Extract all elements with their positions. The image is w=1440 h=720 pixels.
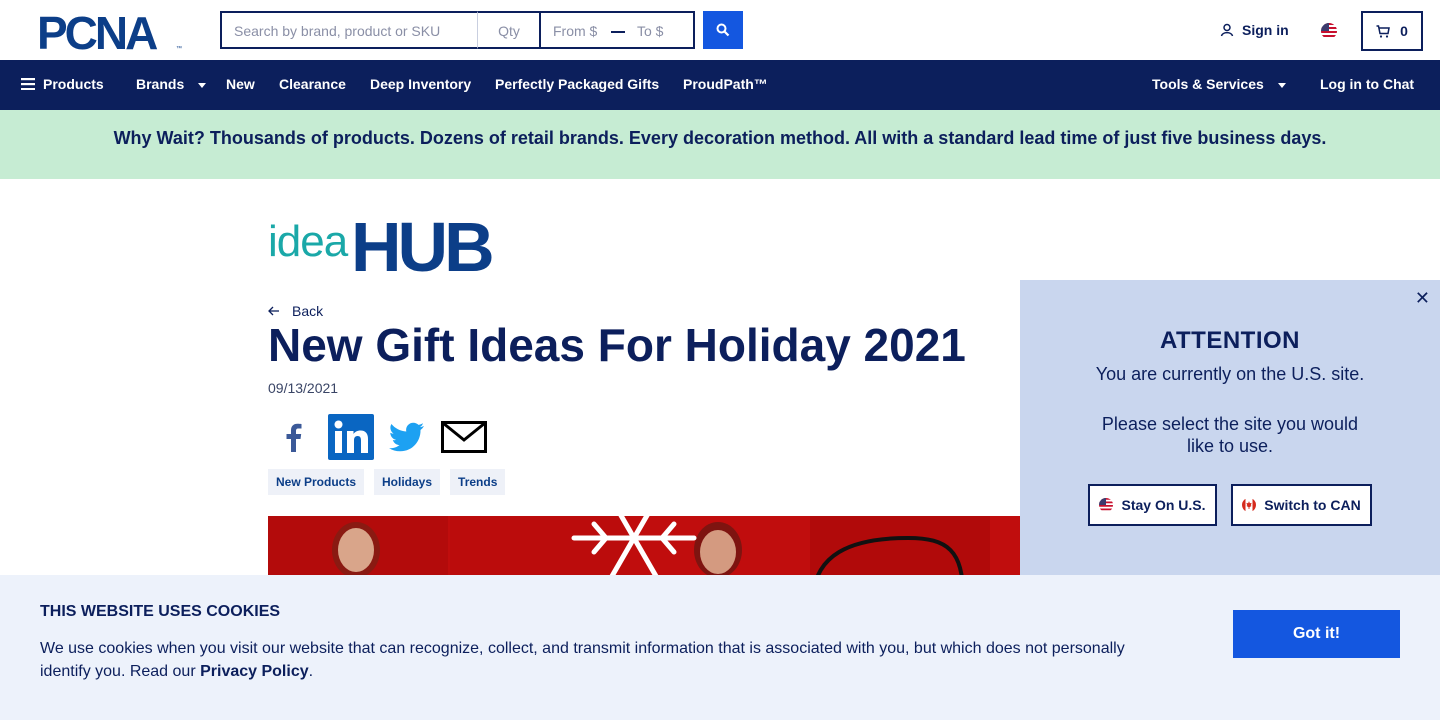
canada-flag-icon (1242, 498, 1257, 512)
ideahub-logo[interactable]: idea HUB (268, 208, 520, 286)
search-input[interactable]: Search by brand, product or SKU (220, 11, 478, 49)
cookie-heading: THIS WEBSITE USES COOKIES (40, 603, 281, 620)
twitter-share[interactable] (386, 414, 428, 460)
attention-heading: ATTENTION (1159, 327, 1301, 354)
nav-proudpath[interactable]: ProudPath™ (683, 76, 768, 92)
quantity-input[interactable]: Qty (478, 11, 540, 49)
search-placeholder: Search by brand, product or SKU (234, 23, 441, 39)
linkedin-icon (328, 414, 374, 460)
email-share[interactable] (440, 414, 488, 460)
attention-instructions: Please select the site you would like to… (1101, 414, 1359, 456)
nav-tools-services[interactable]: Tools & Services (1152, 76, 1286, 92)
switch-can-button[interactable]: Switch to CAN (1231, 484, 1372, 526)
svg-text:idea: idea (268, 217, 349, 266)
promo-banner: Why Wait? Thousands of products. Dozens … (0, 110, 1440, 179)
cart-button[interactable]: 0 (1361, 11, 1423, 51)
search-icon (716, 23, 730, 37)
nav-proudpath-label: ProudPath™ (683, 76, 768, 92)
cart-count: 0 (1400, 23, 1408, 39)
nav-packaged-gifts-label: Perfectly Packaged Gifts (495, 76, 660, 92)
attention-current-site: You are currently on the U.S. site. (1095, 364, 1365, 384)
nav-new[interactable]: New (226, 76, 255, 92)
nav-deep-inventory[interactable]: Deep Inventory (370, 76, 471, 92)
main-nav: Products Brands New Clearance Deep Inven… (0, 60, 1440, 110)
svg-text:PCNA: PCNA (37, 12, 157, 52)
chat-login-link[interactable]: Log in to Chat (1320, 76, 1414, 92)
tag-holidays[interactable]: Holidays (374, 469, 441, 495)
facebook-icon (286, 423, 302, 452)
pcna-logo[interactable]: PCNA ™ (37, 7, 184, 59)
svg-text:™: ™ (176, 45, 182, 52)
cookie-banner: THIS WEBSITE USES COOKIES We use cookies… (0, 575, 1440, 720)
sign-in-label: Sign in (1242, 22, 1289, 38)
nav-packaged-gifts[interactable]: Perfectly Packaged Gifts (495, 76, 659, 92)
menu-icon (21, 78, 35, 90)
article-date: 09/13/2021 (268, 380, 339, 396)
price-range-input[interactable]: From $ To $ (539, 11, 695, 49)
caret-down-icon (198, 82, 207, 88)
stay-us-button[interactable]: Stay On U.S. (1088, 484, 1217, 526)
qty-placeholder: Qty (498, 23, 520, 39)
price-to-placeholder: To $ (637, 23, 664, 39)
close-icon[interactable]: ✕ (1415, 288, 1430, 309)
search-button[interactable] (703, 11, 743, 49)
sign-in-link[interactable]: Sign in (1220, 22, 1289, 38)
nav-products[interactable]: Products (21, 76, 104, 92)
chat-login-label: Log in to Chat (1320, 76, 1415, 92)
nav-new-label: New (226, 76, 255, 92)
arrow-left-icon (268, 306, 279, 316)
nav-clearance[interactable]: Clearance (279, 76, 346, 92)
promo-text: Why Wait? Thousands of products. Dozens … (113, 128, 1327, 148)
twitter-icon (389, 422, 424, 452)
cookie-text: We use cookies when you visit our websit… (40, 637, 1160, 683)
cookie-body-end: . (308, 663, 314, 680)
site-select-popup: ✕ ATTENTION You are currently on the U.S… (1020, 280, 1440, 580)
range-dash (611, 31, 625, 33)
caret-down-icon (1277, 82, 1286, 88)
linkedin-share[interactable] (328, 414, 374, 460)
tag-trends[interactable]: Trends (450, 469, 506, 495)
privacy-policy-link[interactable]: Privacy Policy (200, 663, 309, 680)
tag-new-products[interactable]: New Products (268, 469, 365, 495)
accept-cookies-button[interactable]: Got it! (1233, 610, 1400, 658)
email-icon (441, 421, 487, 453)
article-title: New Gift Ideas For Holiday 2021 (268, 319, 966, 371)
us-flag-icon[interactable] (1321, 23, 1337, 39)
stay-us-label: Stay On U.S. (1121, 497, 1206, 513)
nav-tools-label: Tools & Services (1152, 76, 1264, 92)
us-flag-icon (1099, 498, 1114, 512)
site-header: PCNA ™ Search by brand, product or SKU Q… (0, 0, 1440, 60)
facebook-share[interactable] (270, 414, 316, 460)
nav-brands-label: Brands (136, 76, 185, 92)
user-icon (1220, 23, 1234, 37)
tag-list: New Products Holidays Trends (268, 469, 506, 495)
nav-deep-inventory-label: Deep Inventory (370, 76, 472, 92)
svg-text:HUB: HUB (351, 212, 492, 274)
price-from-placeholder: From $ (553, 23, 598, 39)
nav-products-label: Products (43, 76, 104, 92)
cart-icon (1376, 24, 1390, 38)
nav-clearance-label: Clearance (279, 76, 346, 92)
back-link[interactable]: Back (268, 303, 323, 319)
nav-brands[interactable]: Brands (136, 76, 207, 92)
back-label: Back (292, 303, 324, 319)
switch-can-label: Switch to CAN (1264, 497, 1361, 513)
